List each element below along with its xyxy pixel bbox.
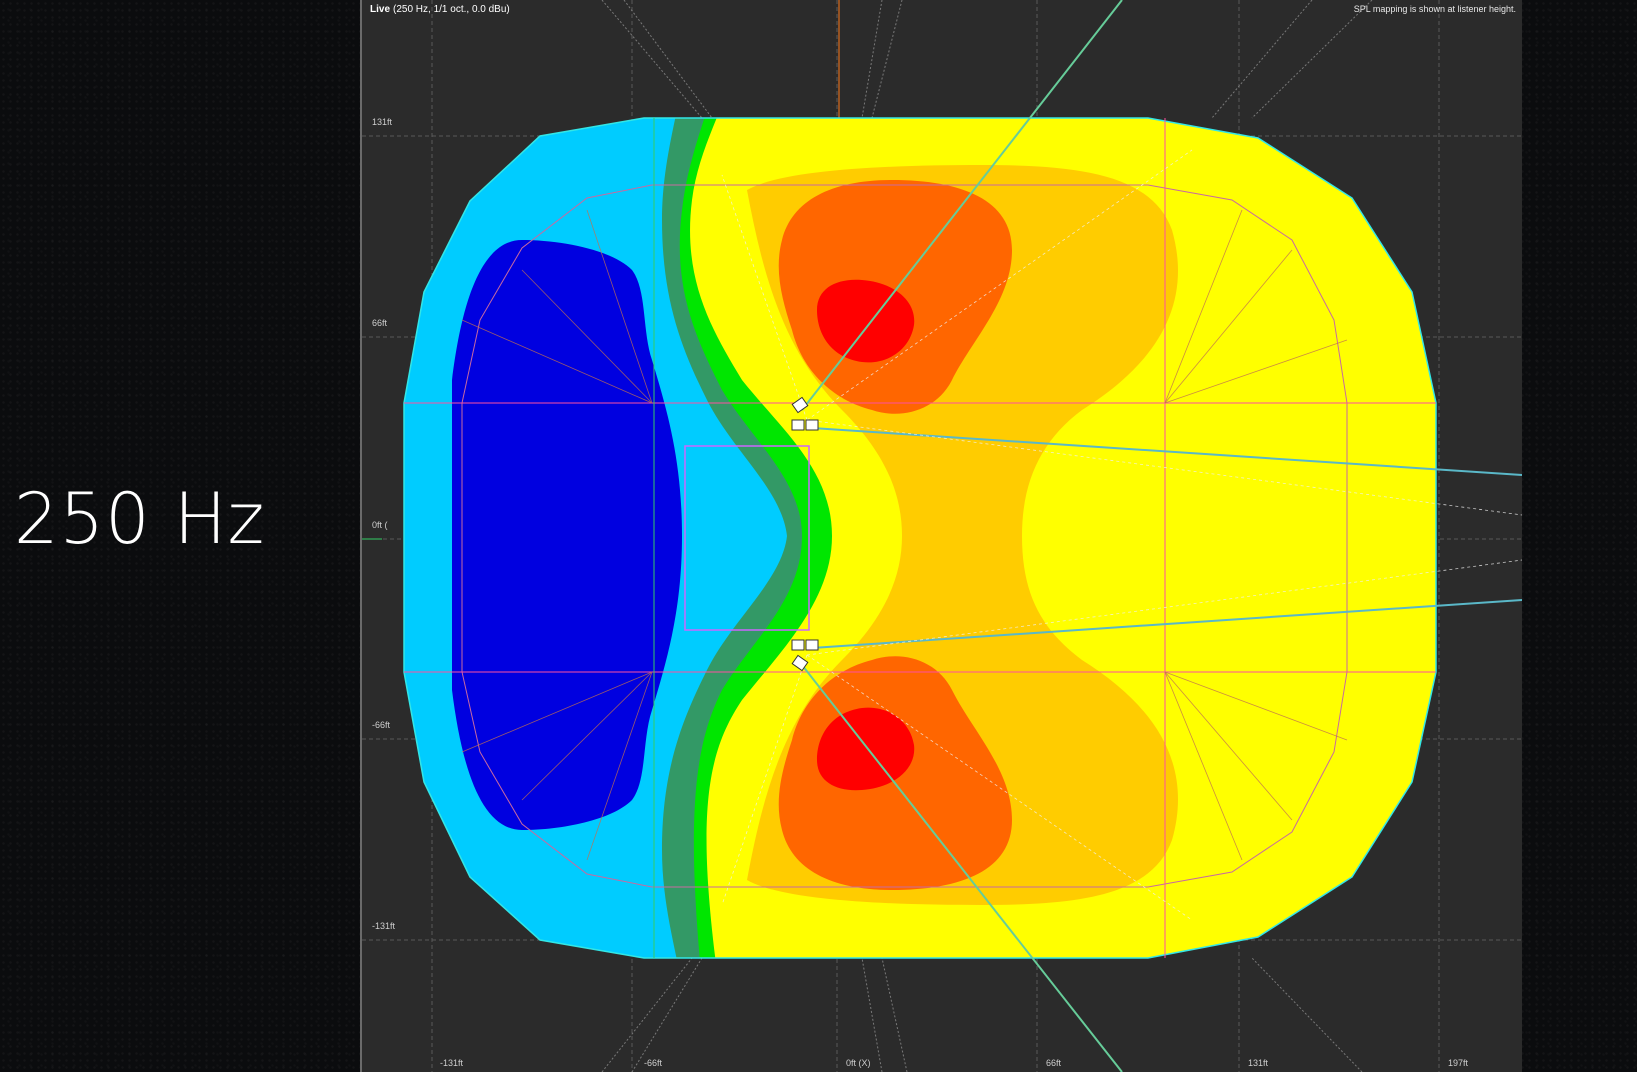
x-tick-label: -131ft <box>440 1058 464 1068</box>
mode-label: Live <box>370 4 391 15</box>
frequency-label: 250 Hz <box>14 478 266 560</box>
y-tick-label: 131ft <box>372 117 393 127</box>
y-tick-label: -131ft <box>372 921 396 931</box>
y-tick-label: -66ft <box>372 720 391 730</box>
analysis-settings: (250 Hz, 1/1 oct., 0.0 dBu) <box>393 4 510 15</box>
spl-map-viewport[interactable]: Live (250 Hz, 1/1 oct., 0.0 dBu) SPL mapp… <box>360 0 1522 1072</box>
y-tick-label: 66ft <box>372 318 388 328</box>
x-tick-label: 131ft <box>1248 1058 1269 1068</box>
status-bar: Live (250 Hz, 1/1 oct., 0.0 dBu) <box>370 4 510 15</box>
spl-contours <box>404 118 1436 958</box>
spl-map[interactable] <box>362 0 1522 1072</box>
x-tick-label: -66ft <box>644 1058 663 1068</box>
spl-height-note: SPL mapping is shown at listener height. <box>1353 4 1516 14</box>
x-tick-label: 66ft <box>1046 1058 1062 1068</box>
y-tick-label: 0ft ( <box>372 520 388 530</box>
x-tick-label: 197ft <box>1448 1058 1469 1068</box>
x-tick-label: 0ft (X) <box>846 1058 871 1068</box>
